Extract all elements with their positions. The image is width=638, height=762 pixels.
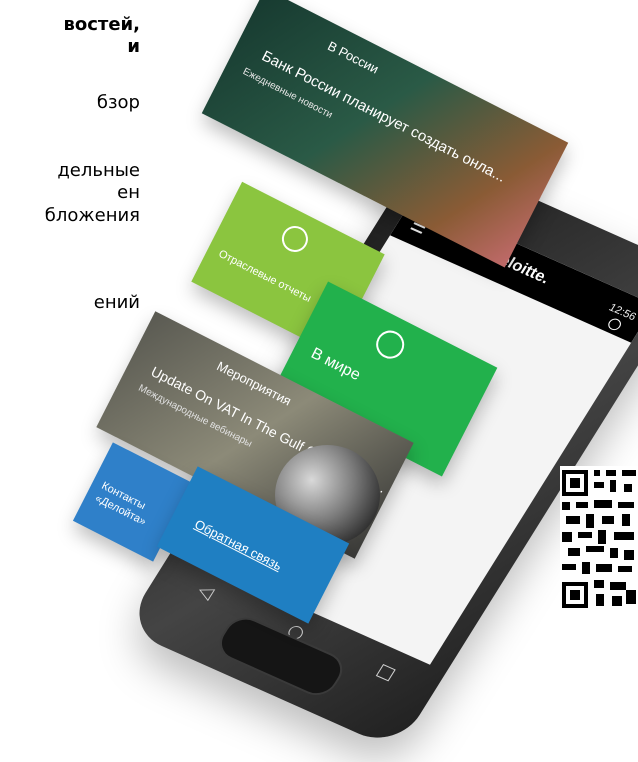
world-card-label: В мире <box>308 344 364 385</box>
globe-icon <box>371 325 410 364</box>
feedback-card-label: Обратная связь <box>192 516 285 574</box>
search-icon[interactable] <box>605 316 624 332</box>
back-button[interactable]: ◁ <box>194 580 218 604</box>
news-card-title: В России <box>325 38 382 77</box>
qr-code-graphic <box>560 466 638 618</box>
news-card-headline: Банк России планирует создать онла... <box>258 47 509 186</box>
pie-chart-icon <box>277 221 313 257</box>
phone-mockup: Deloitte. 12:56 ◁ ○ □ В России Банк Росс… <box>0 0 638 762</box>
recent-apps-button[interactable]: □ <box>373 660 400 685</box>
qr-code[interactable] <box>560 466 638 618</box>
reports-card-label: Отраслевые отчеты <box>216 247 313 305</box>
